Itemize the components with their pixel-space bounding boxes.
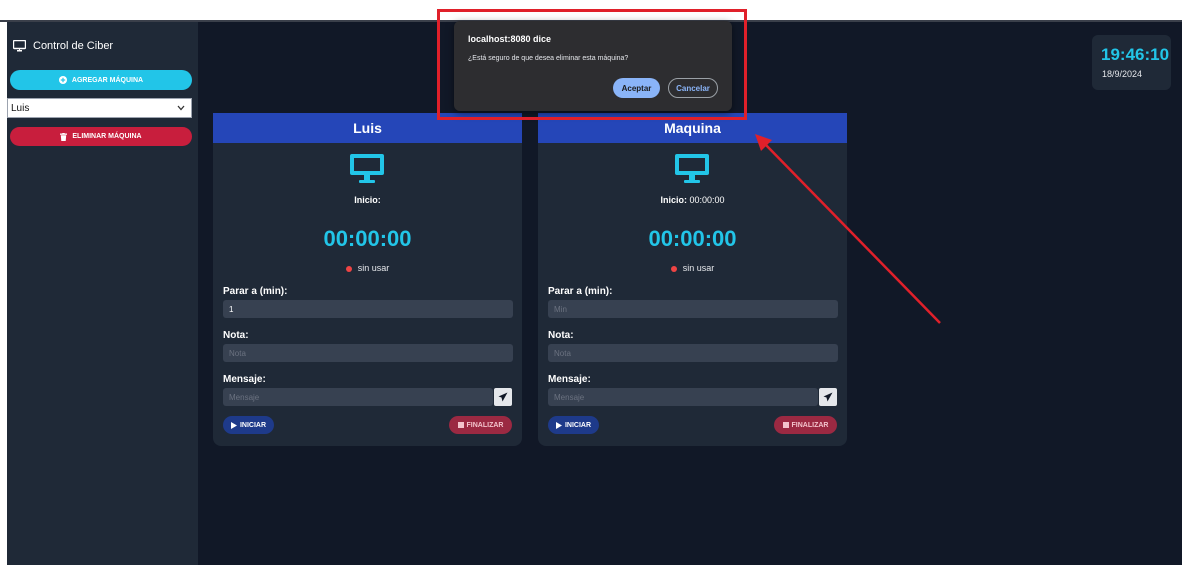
message-input[interactable]: Mensaje — [548, 388, 818, 406]
stop-minutes-input[interactable]: 1 — [223, 300, 513, 318]
sidebar: Control de Ciber AGREGAR MÁQUINA Luis EL… — [7, 22, 198, 565]
desktop-monitor-icon — [675, 154, 709, 183]
start-button-label: INICIAR — [564, 421, 592, 429]
finish-button-label: FINALIZAR — [791, 421, 829, 429]
status-dot-icon — [670, 265, 677, 272]
paper-plane-icon — [498, 392, 508, 402]
chevron-down-icon — [177, 105, 185, 111]
finish-button-label: FINALIZAR — [466, 421, 504, 429]
play-icon — [555, 421, 562, 429]
start-time-line: Inicio: 00:00:00 — [538, 195, 847, 205]
status-indicator: sin usar — [538, 263, 847, 273]
send-message-button[interactable] — [494, 388, 512, 406]
note-label: Nota: — [548, 330, 574, 341]
add-machine-label: AGREGAR MÁQUINA — [71, 76, 144, 84]
brand: Control de Ciber — [13, 40, 113, 52]
finish-button[interactable]: FINALIZAR — [449, 416, 512, 434]
trash-icon — [60, 132, 68, 141]
start-button[interactable]: INICIAR — [223, 416, 274, 434]
stop-label: Parar a (min): — [223, 286, 288, 297]
start-label: Inicio: — [660, 195, 687, 205]
machine-card-maquina: Maquina Inicio: 00:00:00 00:00:00 sin us… — [538, 113, 847, 446]
start-label: Inicio: — [354, 195, 381, 205]
timer-display: 00:00:00 — [323, 226, 412, 251]
start-button[interactable]: INICIAR — [548, 416, 599, 434]
delete-machine-label: ELIMINAR MÁQUINA — [72, 133, 142, 140]
add-machine-button[interactable]: AGREGAR MÁQUINA — [10, 70, 192, 90]
send-message-button[interactable] — [819, 388, 837, 406]
stop-minutes-input[interactable]: Min — [548, 300, 838, 318]
play-icon — [230, 421, 237, 429]
status-text: sin usar — [682, 263, 715, 273]
stop-icon — [457, 422, 464, 428]
stop-label: Parar a (min): — [548, 286, 613, 297]
note-label: Nota: — [223, 330, 249, 341]
machine-card-luis: Luis Inicio: 00:00:00 sin usar Parar a (… — [213, 113, 522, 446]
status-dot-icon — [345, 265, 352, 272]
monitor-icon — [13, 40, 26, 52]
start-time-line: Inicio: — [213, 195, 522, 205]
status-text: sin usar — [357, 263, 390, 273]
start-value: 00:00:00 — [686, 195, 725, 205]
note-input[interactable]: Nota — [223, 344, 513, 362]
paper-plane-icon — [823, 392, 833, 402]
clock-time: 19:46:10 — [1101, 45, 1170, 64]
note-input[interactable]: Nota — [548, 344, 838, 362]
message-label: Mensaje: — [548, 374, 591, 385]
start-button-label: INICIAR — [239, 421, 267, 429]
desktop-monitor-icon — [350, 154, 384, 183]
timer-display: 00:00:00 — [648, 226, 737, 251]
clock-date: 18/9/2024 — [1102, 69, 1143, 79]
clock-widget: 19:46:10 18/9/2024 — [1092, 35, 1171, 90]
status-indicator: sin usar — [213, 263, 522, 273]
machine-select[interactable]: Luis — [7, 98, 192, 118]
message-label: Mensaje: — [223, 374, 266, 385]
stop-icon — [782, 422, 789, 428]
plus-circle-icon — [58, 76, 67, 84]
brand-label: Control de Ciber — [33, 40, 114, 52]
finish-button[interactable]: FINALIZAR — [774, 416, 837, 434]
message-input[interactable]: Mensaje — [223, 388, 493, 406]
delete-machine-button[interactable]: ELIMINAR MÁQUINA — [10, 127, 192, 146]
machine-select-value: Luis — [11, 102, 30, 114]
annotation-highlight-box — [437, 9, 747, 120]
